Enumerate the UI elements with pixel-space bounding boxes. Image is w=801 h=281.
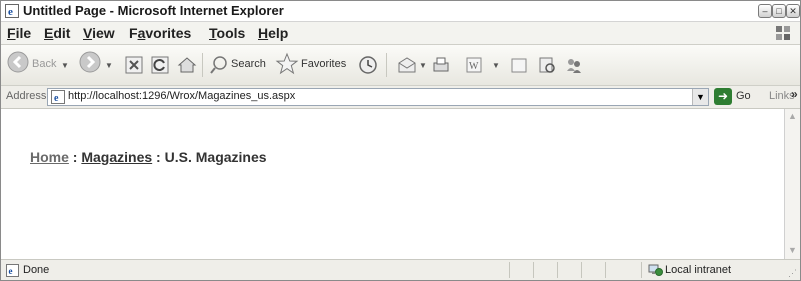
status-bar: e Done Local intranet ⋰	[1, 259, 800, 280]
messenger-icon[interactable]	[564, 55, 584, 75]
resize-grip[interactable]: ⋰	[788, 268, 797, 279]
breadcrumb-separator: :	[152, 149, 165, 165]
back-arrow-icon[interactable]	[7, 51, 29, 73]
svg-text:e: e	[54, 93, 59, 104]
forward-dropdown[interactable]: ▼	[105, 61, 113, 70]
menu-help[interactable]: Help	[258, 25, 288, 41]
go-arrow-icon[interactable]: ➜	[714, 88, 732, 105]
security-zone-text: Local intranet	[665, 264, 732, 276]
address-dropdown[interactable]: ▼	[692, 89, 708, 105]
links-chevron[interactable]: »	[791, 87, 798, 101]
svg-text:W: W	[469, 61, 479, 72]
stop-icon[interactable]	[124, 55, 144, 75]
window-title: Untitled Page - Microsoft Internet Explo…	[23, 3, 284, 18]
mail-dropdown[interactable]: ▼	[419, 61, 427, 70]
menu-bar: File Edit View Favorites Tools Help	[1, 22, 800, 45]
menu-view[interactable]: View	[83, 25, 115, 41]
search-icon[interactable]	[209, 55, 229, 75]
home-icon[interactable]	[177, 55, 197, 75]
history-icon[interactable]	[358, 55, 378, 75]
maximize-button[interactable]: □	[772, 4, 786, 18]
refresh-icon[interactable]	[150, 55, 170, 75]
research-icon[interactable]	[537, 55, 557, 75]
go-button-label[interactable]: Go	[736, 90, 751, 102]
address-bar: Address e http://localhost:1296/Wrox/Mag…	[1, 86, 800, 109]
scroll-up-icon[interactable]: ▲	[788, 111, 797, 121]
svg-text:e: e	[8, 6, 13, 18]
breadcrumb: Home : Magazines : U.S. Magazines	[30, 149, 267, 165]
search-button-label[interactable]: Search	[231, 58, 266, 70]
favorites-button-label[interactable]: Favorites	[301, 58, 346, 70]
mail-icon[interactable]	[397, 55, 417, 75]
standard-toolbar: Back ▼ ▼ Search Favorites ▼ W ▼	[1, 45, 800, 86]
back-dropdown[interactable]: ▼	[61, 61, 69, 70]
svg-text:e: e	[9, 266, 13, 276]
status-text: Done	[23, 264, 50, 276]
local-intranet-icon	[648, 264, 663, 276]
browser-window: e Untitled Page - Microsoft Internet Exp…	[0, 0, 801, 281]
page-icon: e	[51, 90, 65, 104]
page-content: Home : Magazines : U.S. Magazines	[1, 109, 785, 259]
breadcrumb-current: U.S. Magazines	[164, 149, 267, 165]
close-button[interactable]: ✕	[786, 4, 800, 18]
vertical-scrollbar[interactable]: ▲ ▼	[785, 109, 800, 259]
edit-dropdown[interactable]: ▼	[492, 61, 500, 70]
forward-arrow-icon[interactable]	[79, 51, 101, 73]
address-url[interactable]: http://localhost:1296/Wrox/Magazines_us.…	[68, 90, 295, 102]
address-input[interactable]: e http://localhost:1296/Wrox/Magazines_u…	[47, 88, 709, 106]
menu-file[interactable]: File	[7, 25, 31, 41]
ie-icon: e	[5, 4, 19, 18]
breadcrumb-separator: :	[68, 149, 82, 165]
breadcrumb-magazines-link[interactable]: Magazines	[81, 149, 152, 165]
address-label: Address	[6, 90, 47, 102]
breadcrumb-home-link[interactable]: Home	[30, 149, 69, 165]
windows-logo-icon	[776, 26, 790, 40]
scroll-down-icon[interactable]: ▼	[788, 245, 797, 255]
title-bar: e Untitled Page - Microsoft Internet Exp…	[1, 1, 800, 22]
favorites-star-icon[interactable]	[275, 52, 299, 76]
minimize-button[interactable]: –	[758, 4, 772, 18]
menu-tools[interactable]: Tools	[209, 25, 245, 41]
edit-icon[interactable]: W	[464, 55, 484, 75]
menu-favorites[interactable]: Favorites	[129, 25, 191, 41]
page-done-icon: e	[6, 264, 19, 277]
discuss-icon[interactable]	[509, 55, 529, 75]
print-icon[interactable]	[431, 55, 451, 75]
back-button-label[interactable]: Back	[32, 58, 56, 70]
menu-edit[interactable]: Edit	[44, 25, 70, 41]
